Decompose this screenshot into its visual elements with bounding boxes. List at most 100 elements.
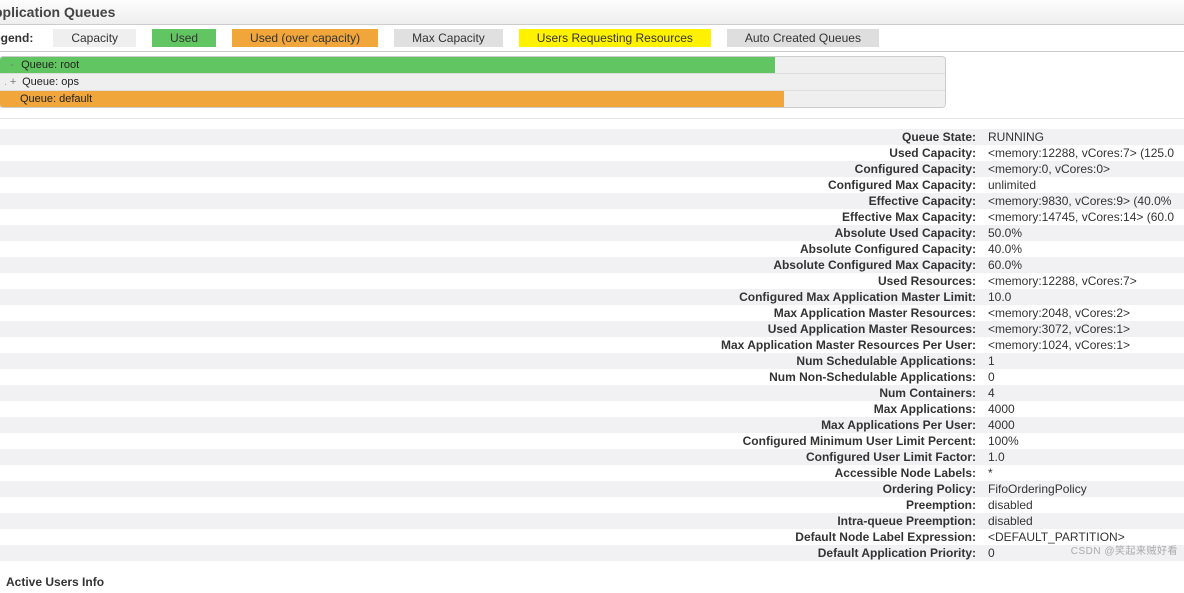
details-key: Default Node Label Expression:: [0, 529, 982, 545]
details-value: <memory:14745, vCores:14> (60.0: [982, 209, 1184, 225]
table-row: Configured Capacity:<memory:0, vCores:0>: [0, 161, 1184, 177]
details-value: 4000: [982, 417, 1184, 433]
queue-bar-default: [0, 91, 784, 107]
table-row: Default Application Priority:0: [0, 545, 1184, 561]
queue-row-root[interactable]: - Queue: root: [0, 57, 945, 74]
legend-label: egend:: [0, 31, 33, 45]
details-key: Num Containers:: [0, 385, 982, 401]
table-row: Absolute Configured Capacity:40.0%: [0, 241, 1184, 257]
table-row: Absolute Used Capacity:50.0%: [0, 225, 1184, 241]
table-row: Max Applications Per User:4000: [0, 417, 1184, 433]
details-key: Max Application Master Resources Per Use…: [0, 337, 982, 353]
queue-label-default: Queue: default: [20, 93, 92, 105]
legend-auto: Auto Created Queues: [727, 29, 879, 47]
table-row: Configured Max Capacity:unlimited: [0, 177, 1184, 193]
details-key: Num Schedulable Applications:: [0, 353, 982, 369]
table-row: Used Application Master Resources:<memor…: [0, 321, 1184, 337]
table-row: Configured Max Application Master Limit:…: [0, 289, 1184, 305]
details-value: unlimited: [982, 177, 1184, 193]
watermark: CSDN @笑起来贼好看: [1071, 542, 1178, 557]
queue-label-root: Queue: root: [21, 59, 79, 71]
table-row: Max Application Master Resources:<memory…: [0, 305, 1184, 321]
details-value: 1.0: [982, 449, 1184, 465]
details-key: Ordering Policy:: [0, 481, 982, 497]
active-users-heading: Active Users Info: [0, 561, 1184, 593]
table-row: Queue State:RUNNING: [0, 129, 1184, 145]
legend-users: Users Requesting Resources: [519, 29, 711, 47]
minus-icon[interactable]: -: [6, 58, 18, 73]
table-row: Num Containers:4: [0, 385, 1184, 401]
table-row: Configured Minimum User Limit Percent:10…: [0, 433, 1184, 449]
details-key: Configured Capacity:: [0, 161, 982, 177]
table-row: Accessible Node Labels:*: [0, 465, 1184, 481]
details-value: 4000: [982, 401, 1184, 417]
queue-details-panel: Queue State:RUNNINGUsed Capacity:<memory…: [0, 118, 1184, 561]
details-value: <memory:12288, vCores:7>: [982, 273, 1184, 289]
details-value: <memory:2048, vCores:2>: [982, 305, 1184, 321]
table-row: Default Node Label Expression:<DEFAULT_P…: [0, 529, 1184, 545]
details-key: Used Resources:: [0, 273, 982, 289]
details-key: Configured Minimum User Limit Percent:: [0, 433, 982, 449]
details-value: <memory:12288, vCores:7> (125.0: [982, 145, 1184, 161]
details-key: Num Non-Schedulable Applications:: [0, 369, 982, 385]
legend-overcap: Used (over capacity): [232, 29, 378, 47]
details-key: Absolute Used Capacity:: [0, 225, 982, 241]
details-value: 60.0%: [982, 257, 1184, 273]
details-key: Effective Capacity:: [0, 193, 982, 209]
details-value: *: [982, 465, 1184, 481]
table-row: Preemption:disabled: [0, 497, 1184, 513]
table-row: Intra-queue Preemption:disabled: [0, 513, 1184, 529]
details-value: 10.0: [982, 289, 1184, 305]
queue-row-ops[interactable]: .+ Queue: ops: [0, 74, 945, 91]
details-key: Default Application Priority:: [0, 545, 982, 561]
details-key: Absolute Configured Capacity:: [0, 241, 982, 257]
plus-icon[interactable]: +: [7, 75, 19, 90]
page-title: pplication Queues: [0, 0, 1184, 25]
details-value: disabled: [982, 513, 1184, 529]
legend-used: Used: [152, 29, 216, 47]
legend-maxcap: Max Capacity: [394, 29, 503, 47]
details-value: RUNNING: [982, 129, 1184, 145]
table-row: Max Applications:4000: [0, 401, 1184, 417]
details-key: Used Application Master Resources:: [0, 321, 982, 337]
table-row: Effective Max Capacity:<memory:14745, vC…: [0, 209, 1184, 225]
details-value: 0: [982, 369, 1184, 385]
queue-bar-root: [0, 57, 775, 73]
legend-capacity: Capacity: [53, 29, 136, 47]
queue-label-ops: Queue: ops: [22, 76, 79, 88]
queues-tree: - Queue: root .+ Queue: ops Queue: defau…: [0, 56, 946, 108]
details-key: Queue State:: [0, 129, 982, 145]
table-row: Ordering Policy:FifoOrderingPolicy: [0, 481, 1184, 497]
details-value: <memory:1024, vCores:1>: [982, 337, 1184, 353]
details-key: Max Applications:: [0, 401, 982, 417]
details-value: 100%: [982, 433, 1184, 449]
legend-row: egend: Capacity Used Used (over capacity…: [0, 25, 1184, 52]
details-value: 4: [982, 385, 1184, 401]
table-row: Used Resources:<memory:12288, vCores:7>: [0, 273, 1184, 289]
details-value: FifoOrderingPolicy: [982, 481, 1184, 497]
details-key: Effective Max Capacity:: [0, 209, 982, 225]
details-value: <memory:9830, vCores:9> (40.0%: [982, 193, 1184, 209]
details-key: Preemption:: [0, 497, 982, 513]
table-row: Num Schedulable Applications:1: [0, 353, 1184, 369]
details-value: disabled: [982, 497, 1184, 513]
queue-row-default[interactable]: Queue: default: [0, 91, 945, 107]
queue-details-table: Queue State:RUNNINGUsed Capacity:<memory…: [0, 129, 1184, 561]
table-row: Effective Capacity:<memory:9830, vCores:…: [0, 193, 1184, 209]
table-row: Used Capacity:<memory:12288, vCores:7> (…: [0, 145, 1184, 161]
details-value: <memory:0, vCores:0>: [982, 161, 1184, 177]
details-value: <memory:3072, vCores:1>: [982, 321, 1184, 337]
details-value: 1: [982, 353, 1184, 369]
table-row: Max Application Master Resources Per Use…: [0, 337, 1184, 353]
table-row: Absolute Configured Max Capacity:60.0%: [0, 257, 1184, 273]
details-key: Accessible Node Labels:: [0, 465, 982, 481]
details-key: Configured Max Capacity:: [0, 177, 982, 193]
details-key: Max Application Master Resources:: [0, 305, 982, 321]
details-value: 40.0%: [982, 241, 1184, 257]
details-key: Configured User Limit Factor:: [0, 449, 982, 465]
details-key: Configured Max Application Master Limit:: [0, 289, 982, 305]
details-key: Intra-queue Preemption:: [0, 513, 982, 529]
details-key: Max Applications Per User:: [0, 417, 982, 433]
details-value: 50.0%: [982, 225, 1184, 241]
table-row: Configured User Limit Factor:1.0: [0, 449, 1184, 465]
